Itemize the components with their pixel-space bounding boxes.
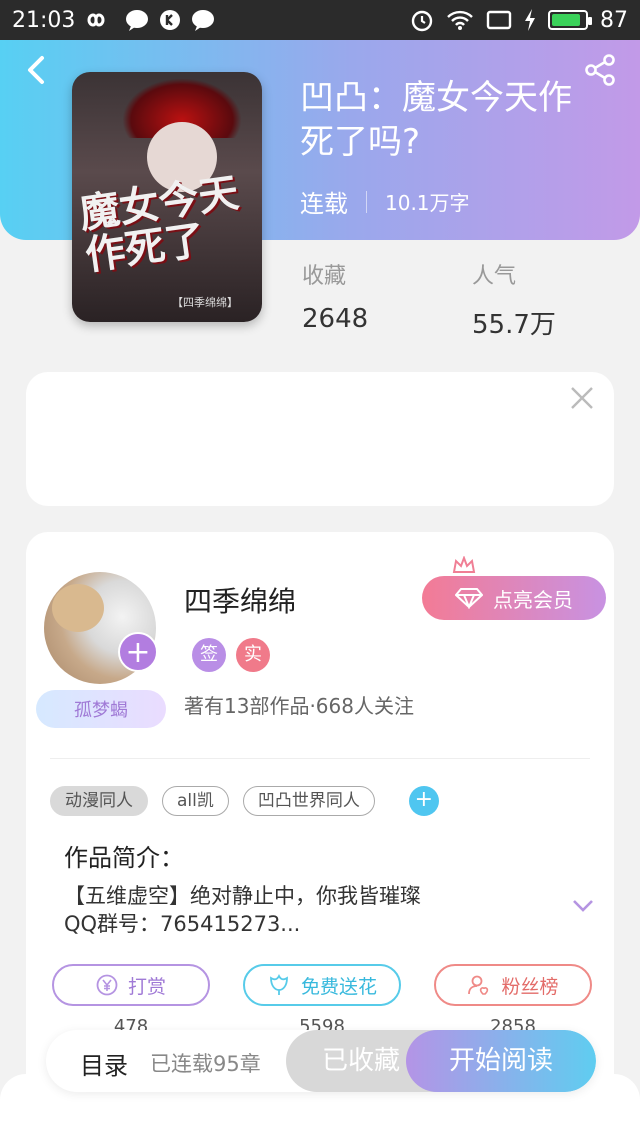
word-count: 10.1万字 [385,191,470,215]
stat-popularity: 人气 55.7万 [472,258,556,341]
intro-title: 作品简介： [64,844,184,872]
reward-label: 打赏 [127,975,166,998]
status-time: 21:03 [12,7,76,33]
add-tag-icon[interactable]: + [408,786,439,816]
start-reading-button[interactable]: 开始阅读 [406,1030,596,1092]
author-title-pill: 孤梦蝎 [36,690,166,728]
send-flower-label: 免费送花 [300,975,377,998]
tag-item[interactable]: 动漫同人 [50,786,148,816]
meta-divider [366,190,367,213]
tag-item[interactable]: all凯 [162,786,229,816]
battery-icon [548,10,592,30]
message-bubble-icon [191,9,215,31]
book-meta: 连载 10.1万字 [300,184,470,219]
flower-icon [270,974,288,995]
table-of-contents-link[interactable]: 目录 [80,1046,128,1081]
send-flower-button[interactable]: 免费送花 [243,964,401,1006]
stat-value: 2648 [302,304,369,334]
user-heart-icon [468,975,489,995]
vip-button[interactable]: 点亮会员 [422,576,606,620]
follow-plus-icon[interactable]: + [118,632,158,672]
divider [50,758,590,759]
status-bar: 21:03 87 [0,0,640,40]
serial-status: 连载 [300,190,348,218]
close-icon[interactable] [568,384,596,412]
book-cover-image[interactable]: 魔女今天 作死了 【四季绵绵】 [72,72,262,322]
stat-value: 55.7万 [472,310,556,340]
tag-item[interactable]: 凹凸世界同人 [242,786,375,816]
infinity-icon [85,12,115,28]
battery-percent: 87 [600,7,628,33]
action-row: 打赏 免费送花 粉丝榜 [52,964,592,1006]
back-icon[interactable] [20,52,56,88]
fan-ranking-label: 粉丝榜 [501,975,559,998]
chat-bubble-icon [125,9,149,31]
k-app-icon [159,9,181,31]
stat-label: 收藏 [302,264,347,289]
book-tags: 动漫同人 all凯 凹凸世界同人 + [50,786,439,816]
author-badges: 签 实 [192,638,270,672]
book-title: 凹凸：魔女今天作死了吗? [300,78,572,162]
bottom-action-bar: 目录 已连载95章 已收藏 开始阅读 [46,1030,596,1092]
signed-badge: 签 [192,638,226,672]
fan-ranking-button[interactable]: 粉丝榜 [434,964,592,1006]
stat-collect: 收藏 2648 [302,258,368,334]
reward-button[interactable]: 打赏 [52,964,210,1006]
alarm-clock-icon [410,8,434,32]
chevron-down-icon[interactable] [572,898,594,912]
verified-badge: 实 [236,638,270,672]
author-stats: 著有13部作品·668人关注 [184,694,414,718]
crown-icon [452,556,476,573]
diamond-icon [455,588,483,609]
cast-screen-icon [486,10,512,30]
stat-label: 人气 [472,264,517,289]
ad-card [26,372,614,506]
charging-bolt-icon [524,9,536,31]
author-name[interactable]: 四季绵绵 [184,580,296,620]
intro-text[interactable]: 【五维虚空】绝对静止中，你我皆璀璨 QQ群号：765415273... [64,882,524,938]
vip-button-label: 点亮会员 [493,587,573,612]
wifi-icon [446,9,474,31]
chapter-count[interactable]: 已连载95章 [150,1048,261,1078]
yen-coin-icon [96,974,118,996]
intro-line: QQ群号：765415273... [64,912,301,936]
intro-line: 【五维虚空】绝对静止中，你我皆璀璨 [64,884,421,908]
